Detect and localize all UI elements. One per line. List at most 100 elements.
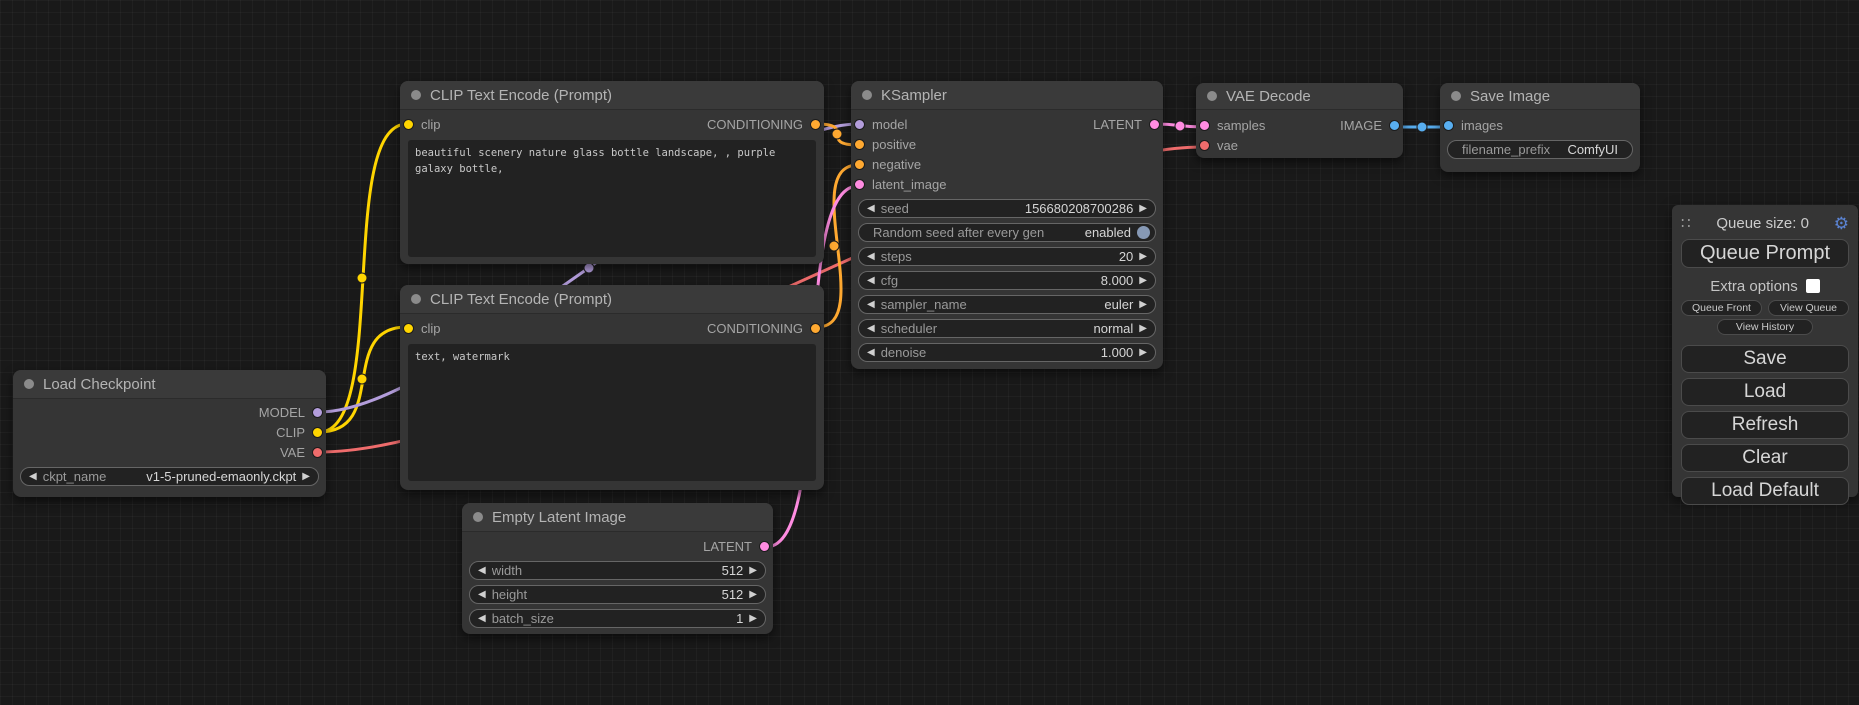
stepper-right-icon[interactable]: ▶ [749,566,757,576]
prompt-textarea[interactable]: text, watermark [408,344,816,481]
height-widget[interactable]: ◀ height 512 ▶ [469,585,766,604]
drag-handle-icon[interactable]: ∷ [1681,214,1692,232]
link-midpoint-dot[interactable] [1417,122,1427,132]
node-titlebar[interactable]: CLIP Text Encode (Prompt) [400,81,824,109]
node-empty-latent-image[interactable]: Empty Latent Image LATENT ◀ width 512 ▶ … [462,503,773,634]
link-midpoint-dot[interactable] [829,241,839,251]
model-input-pin[interactable] [854,119,865,130]
stepper-right-icon[interactable]: ▶ [749,614,757,624]
sampler-name-widget[interactable]: ◀ sampler_name euler ▶ [858,295,1156,314]
link-midpoint-dot[interactable] [584,263,594,273]
stepper-right-icon[interactable]: ▶ [1139,348,1147,358]
model-output-pin[interactable] [312,407,323,418]
clip-output-pin[interactable] [312,427,323,438]
widget-label: filename_prefix [1462,142,1550,157]
width-widget[interactable]: ◀ width 512 ▶ [469,561,766,580]
seed-widget[interactable]: ◀ seed 156680208700286 ▶ [858,199,1156,218]
stepper-left-icon[interactable]: ◀ [478,614,486,624]
samples-input-pin[interactable] [1199,120,1210,131]
batch-size-widget[interactable]: ◀ batch_size 1 ▶ [469,609,766,628]
vae-input-pin[interactable] [1199,140,1210,151]
node-load-checkpoint[interactable]: Load Checkpoint MODEL CLIP VAE ◀ ckpt_na… [13,370,326,497]
node-collapse-dot[interactable] [1207,91,1217,101]
denoise-widget[interactable]: ◀ denoise 1.000 ▶ [858,343,1156,362]
vae-output-pin[interactable] [312,447,323,458]
widget-value: normal [1094,321,1134,336]
node-clip-text-encode-positive[interactable]: CLIP Text Encode (Prompt) clip CONDITION… [400,81,824,264]
stepper-right-icon[interactable]: ▶ [1139,204,1147,214]
stepper-left-icon[interactable]: ◀ [478,590,486,600]
node-collapse-dot[interactable] [24,379,34,389]
node-titlebar[interactable]: Empty Latent Image [462,503,773,531]
view-queue-button[interactable]: View Queue [1768,300,1849,316]
stepper-left-icon[interactable]: ◀ [867,204,875,214]
filename-prefix-widget[interactable]: filename_prefix ComfyUI [1447,140,1633,159]
clear-button[interactable]: Clear [1681,444,1849,472]
queue-front-button[interactable]: Queue Front [1681,300,1762,316]
conditioning-output-pin[interactable] [810,119,821,130]
stepper-right-icon[interactable]: ▶ [749,590,757,600]
clip-input-pin[interactable] [403,323,414,334]
load-default-button[interactable]: Load Default [1681,477,1849,505]
save-button[interactable]: Save [1681,345,1849,373]
refresh-button[interactable]: Refresh [1681,411,1849,439]
stepper-right-icon[interactable]: ▶ [1139,300,1147,310]
clip-input-pin[interactable] [403,119,414,130]
cfg-widget[interactable]: ◀ cfg 8.000 ▶ [858,271,1156,290]
stepper-left-icon[interactable]: ◀ [867,324,875,334]
node-titlebar[interactable]: Load Checkpoint [13,370,326,398]
stepper-left-icon[interactable]: ◀ [867,276,875,286]
node-collapse-dot[interactable] [473,512,483,522]
random-seed-toggle-widget[interactable]: Random seed after every gen enabled [858,223,1156,242]
conditioning-output-pin[interactable] [810,323,821,334]
node-vae-decode[interactable]: VAE Decode samples IMAGE vae [1196,83,1403,158]
latent-output-pin[interactable] [1149,119,1160,130]
ckpt-name-widget[interactable]: ◀ ckpt_name v1-5-pruned-emaonly.ckpt ▶ [20,467,319,486]
node-collapse-dot[interactable] [411,294,421,304]
image-output-pin[interactable] [1389,120,1400,131]
stepper-right-icon[interactable]: ▶ [1139,324,1147,334]
node-collapse-dot[interactable] [862,90,872,100]
prompt-textarea[interactable]: beautiful scenery nature glass bottle la… [408,140,816,257]
stepper-left-icon[interactable]: ◀ [867,252,875,262]
positive-input-pin[interactable] [854,139,865,150]
node-clip-text-encode-negative[interactable]: CLIP Text Encode (Prompt) clip CONDITION… [400,285,824,490]
stepper-left-icon[interactable]: ◀ [29,472,37,482]
link-midpoint-dot[interactable] [1175,121,1185,131]
settings-gear-icon[interactable]: ⚙ [1834,215,1849,232]
widget-label: ckpt_name [43,469,107,484]
stepper-left-icon[interactable]: ◀ [478,566,486,576]
latent-output-pin[interactable] [759,541,770,552]
stepper-right-icon[interactable]: ▶ [1139,276,1147,286]
extra-options-checkbox[interactable] [1806,279,1820,293]
widget-value: v1-5-pruned-emaonly.ckpt [146,469,296,484]
scheduler-widget[interactable]: ◀ scheduler normal ▶ [858,319,1156,338]
link-midpoint-dot[interactable] [357,273,367,283]
steps-widget[interactable]: ◀ steps 20 ▶ [858,247,1156,266]
widget-value: enabled [1085,225,1131,240]
queue-prompt-button[interactable]: Queue Prompt [1681,239,1849,268]
negative-input-pin[interactable] [854,159,865,170]
stepper-left-icon[interactable]: ◀ [867,348,875,358]
toggle-enabled-icon[interactable] [1137,226,1150,239]
node-titlebar[interactable]: VAE Decode [1196,83,1403,109]
node-collapse-dot[interactable] [411,90,421,100]
node-save-image[interactable]: Save Image images filename_prefix ComfyU… [1440,83,1640,172]
node-titlebar[interactable]: Save Image [1440,83,1640,109]
node-titlebar[interactable]: CLIP Text Encode (Prompt) [400,285,824,313]
output-label: MODEL [259,405,305,420]
link-midpoint-dot[interactable] [357,374,367,384]
widget-label: Random seed after every gen [873,225,1044,240]
stepper-right-icon[interactable]: ▶ [1139,252,1147,262]
stepper-right-icon[interactable]: ▶ [302,472,310,482]
node-title: KSampler [881,87,947,104]
node-collapse-dot[interactable] [1451,91,1461,101]
link-midpoint-dot[interactable] [832,129,842,139]
node-ksampler[interactable]: KSampler model LATENT positive negative … [851,81,1163,369]
images-input-pin[interactable] [1443,120,1454,131]
view-history-button[interactable]: View History [1717,319,1813,335]
latent-image-input-pin[interactable] [854,179,865,190]
load-button[interactable]: Load [1681,378,1849,406]
stepper-left-icon[interactable]: ◀ [867,300,875,310]
node-titlebar[interactable]: KSampler [851,81,1163,109]
